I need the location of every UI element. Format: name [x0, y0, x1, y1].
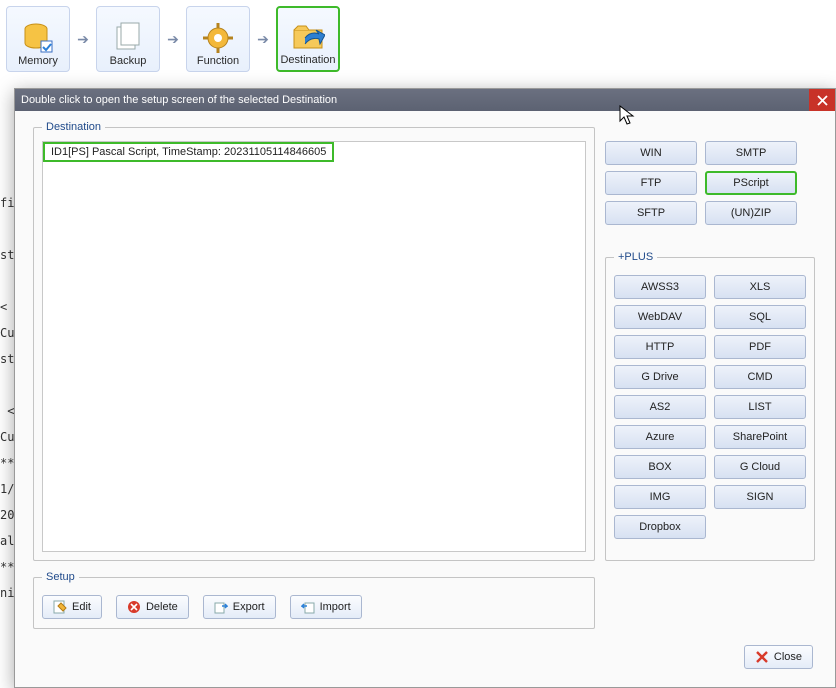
wizard-toolbar: Memory ➔ Backup ➔ Function ➔ Destination [6, 6, 340, 72]
dest-btn-pdf[interactable]: PDF [714, 335, 806, 359]
plus-legend: +PLUS [614, 251, 657, 263]
dest-btn-sftp[interactable]: SFTP [605, 201, 697, 225]
button-label: FTP [641, 177, 662, 189]
dest-btn-cmd[interactable]: CMD [714, 365, 806, 389]
dest-btn-gcloud[interactable]: G Cloud [714, 455, 806, 479]
dest-btn-box[interactable]: BOX [614, 455, 706, 479]
setup-fieldset: Setup Edit Delete Export Import [33, 571, 595, 629]
button-label: WebDAV [638, 311, 682, 323]
button-label: XLS [750, 281, 771, 293]
button-label: G Cloud [740, 461, 780, 473]
dialog-titlebar: Double click to open the setup screen of… [15, 89, 835, 111]
delete-button[interactable]: Delete [116, 595, 189, 619]
dest-btn-as2[interactable]: AS2 [614, 395, 706, 419]
destination-legend: Destination [42, 121, 105, 133]
export-button[interactable]: Export [203, 595, 276, 619]
destination-list-item[interactable]: ID1[PS] Pascal Script, TimeStamp: 202311… [43, 142, 334, 162]
setup-buttons-row: Edit Delete Export Import [42, 591, 586, 619]
button-label: Export [233, 601, 265, 613]
documents-icon [111, 21, 145, 55]
dest-btn-unzip[interactable]: (UN)ZIP [705, 201, 797, 225]
button-label: AS2 [650, 401, 671, 413]
button-label: SharePoint [733, 431, 787, 443]
button-label: SFTP [637, 207, 665, 219]
plus-fieldset: +PLUS AWSS3 XLS WebDAV SQL HTTP PDF G Dr… [605, 251, 815, 561]
dest-btn-dropbox[interactable]: Dropbox [614, 515, 706, 539]
button-label: Dropbox [639, 521, 681, 533]
setup-legend: Setup [42, 571, 79, 583]
button-label: WIN [640, 147, 661, 159]
toolbar-label: Backup [110, 55, 147, 67]
dialog-content: Destination ID1[PS] Pascal Script, TimeS… [15, 111, 835, 687]
import-button[interactable]: Import [290, 595, 362, 619]
dest-btn-win[interactable]: WIN [605, 141, 697, 165]
button-label: Delete [146, 601, 178, 613]
dest-btn-xls[interactable]: XLS [714, 275, 806, 299]
dest-btn-pscript[interactable]: PScript [705, 171, 797, 195]
button-label: Close [774, 651, 802, 663]
dest-btn-smtp[interactable]: SMTP [705, 141, 797, 165]
destination-type-top-buttons: WIN SMTP FTP PScript SFTP (UN)ZIP [605, 141, 815, 225]
import-icon [301, 600, 315, 614]
button-label: Azure [646, 431, 675, 443]
dest-btn-azure[interactable]: Azure [614, 425, 706, 449]
dest-btn-sign[interactable]: SIGN [714, 485, 806, 509]
dialog-close-x[interactable] [809, 89, 835, 111]
button-label: AWSS3 [641, 281, 679, 293]
destination-fieldset: Destination ID1[PS] Pascal Script, TimeS… [33, 121, 595, 561]
button-label: SIGN [747, 491, 774, 503]
edit-icon [53, 600, 67, 614]
arrow-icon: ➔ [164, 30, 182, 48]
close-button[interactable]: Close [744, 645, 813, 669]
arrow-icon: ➔ [254, 30, 272, 48]
plus-buttons-grid: AWSS3 XLS WebDAV SQL HTTP PDF G Drive CM… [614, 275, 806, 539]
toolbar-memory[interactable]: Memory [6, 6, 70, 72]
toolbar-label: Destination [280, 54, 335, 66]
toolbar-destination[interactable]: Destination [276, 6, 340, 72]
destination-list[interactable]: ID1[PS] Pascal Script, TimeStamp: 202311… [42, 141, 586, 552]
dest-btn-img[interactable]: IMG [614, 485, 706, 509]
dest-btn-ftp[interactable]: FTP [605, 171, 697, 195]
toolbar-label: Memory [18, 55, 58, 67]
close-icon [755, 650, 769, 664]
export-icon [214, 600, 228, 614]
button-label: CMD [747, 371, 772, 383]
button-label: G Drive [641, 371, 678, 383]
dest-btn-sql[interactable]: SQL [714, 305, 806, 329]
button-label: Import [320, 601, 351, 613]
close-icon [817, 95, 828, 106]
edit-button[interactable]: Edit [42, 595, 102, 619]
arrow-icon: ➔ [74, 30, 92, 48]
dialog-title: Double click to open the setup screen of… [21, 94, 337, 106]
button-label: BOX [648, 461, 671, 473]
dest-btn-gdrive[interactable]: G Drive [614, 365, 706, 389]
button-label: PDF [749, 341, 771, 353]
button-label: Edit [72, 601, 91, 613]
dest-btn-awss3[interactable]: AWSS3 [614, 275, 706, 299]
button-label: (UN)ZIP [731, 207, 771, 219]
button-label: SQL [749, 311, 771, 323]
button-label: HTTP [646, 341, 675, 353]
toolbar-label: Function [197, 55, 239, 67]
dest-btn-http[interactable]: HTTP [614, 335, 706, 359]
destination-dialog: Double click to open the setup screen of… [14, 88, 836, 688]
toolbar-function[interactable]: Function [186, 6, 250, 72]
database-icon [21, 21, 55, 55]
gear-icon [201, 21, 235, 55]
button-label: SMTP [736, 147, 767, 159]
toolbar-backup[interactable]: Backup [96, 6, 160, 72]
dest-btn-sharepoint[interactable]: SharePoint [714, 425, 806, 449]
button-label: LIST [748, 401, 771, 413]
delete-icon [127, 600, 141, 614]
dest-btn-webdav[interactable]: WebDAV [614, 305, 706, 329]
dest-btn-list[interactable]: LIST [714, 395, 806, 419]
button-label: IMG [650, 491, 671, 503]
button-label: PScript [733, 177, 768, 189]
folder-arrow-icon [291, 20, 325, 54]
